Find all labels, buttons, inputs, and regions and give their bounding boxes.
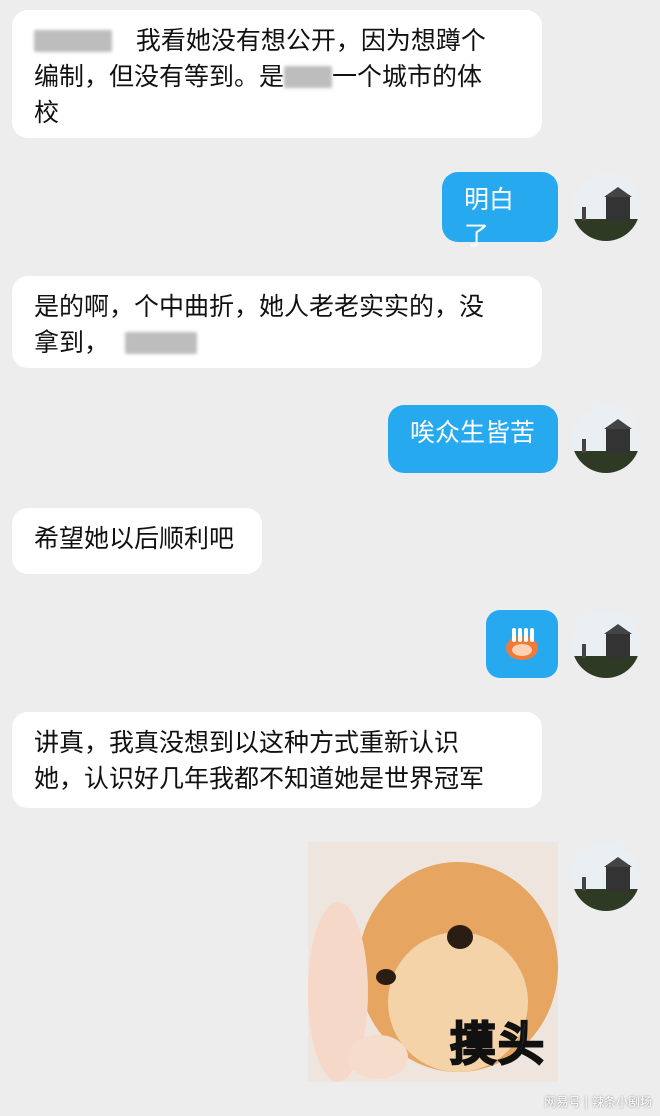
incoming-message: 是的啊，个中曲折，她人老老实实的，没 拿到， bbox=[12, 276, 542, 368]
watermark: 网易号 | 辣条小剧场 bbox=[544, 1095, 652, 1109]
message-text: 唉众生皆苦 bbox=[410, 418, 536, 447]
message-text: 校 bbox=[34, 98, 60, 127]
peace-hands-emoji-icon bbox=[506, 628, 538, 660]
redacted-text bbox=[284, 66, 333, 88]
message-text: 希望她以后顺利吧 bbox=[34, 524, 235, 553]
redacted-name bbox=[34, 30, 112, 52]
incoming-message: 我看她没有想公开，因为想蹲个 编制，但没有等到。是 一个城市的体 校 bbox=[12, 10, 542, 138]
message-text: 明白了 bbox=[464, 185, 515, 250]
incoming-message: 希望她以后顺利吧 bbox=[12, 508, 262, 574]
avatar[interactable] bbox=[572, 405, 640, 473]
message-text: 她，认识好几年我都不知道她是世界冠军 bbox=[34, 764, 485, 793]
message-text: 是的啊，个中曲折，她人老老实实的，没 bbox=[34, 292, 485, 321]
message-text: 我看她没有想公开，因为想蹲个 bbox=[135, 26, 486, 55]
castle-photo-icon bbox=[572, 610, 640, 678]
outgoing-sticker[interactable] bbox=[486, 610, 558, 678]
avatar[interactable] bbox=[572, 173, 640, 241]
castle-photo-icon bbox=[572, 173, 640, 241]
image-caption: 摸头 bbox=[449, 1016, 546, 1072]
message-text: 讲真，我真没想到以这种方式重新认识 bbox=[34, 728, 460, 757]
message-text: 编制，但没有等到。是 bbox=[34, 62, 285, 91]
redacted-text bbox=[124, 332, 197, 354]
outgoing-image-message[interactable]: 摸头 bbox=[308, 842, 558, 1082]
incoming-message: 讲真，我真没想到以这种方式重新认识 她，认识好几年我都不知道她是世界冠军 bbox=[12, 712, 542, 808]
avatar[interactable] bbox=[572, 843, 640, 911]
outgoing-message: 唉众生皆苦 bbox=[388, 405, 558, 473]
avatar[interactable] bbox=[572, 610, 640, 678]
message-text: 一个城市的体 bbox=[332, 62, 483, 91]
message-text: 拿到， bbox=[34, 328, 110, 357]
outgoing-message: 明白了 bbox=[442, 172, 558, 250]
castle-photo-icon bbox=[572, 843, 640, 911]
castle-photo-icon bbox=[572, 405, 640, 473]
